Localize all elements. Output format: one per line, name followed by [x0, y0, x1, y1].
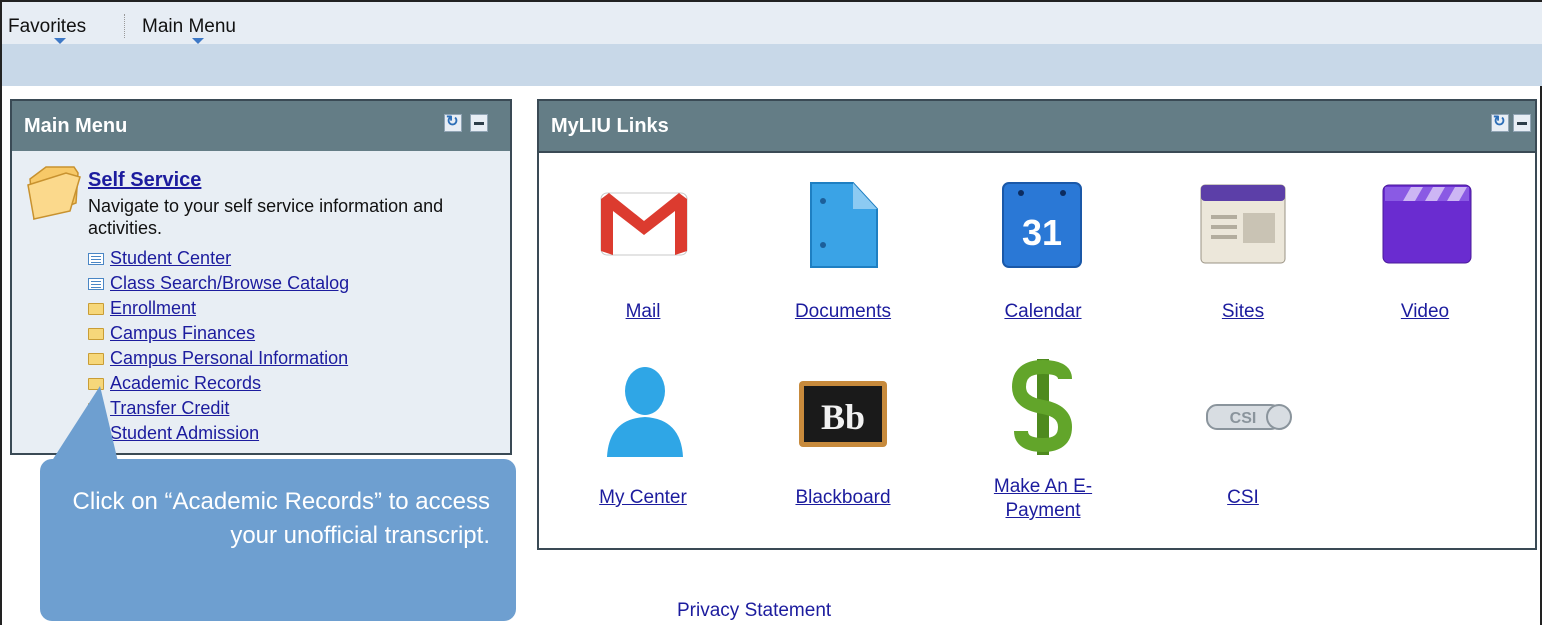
- callout-text: Click on “Academic Records” to access yo…: [72, 488, 490, 549]
- calendar-icon: 31: [1002, 182, 1082, 268]
- pagelet-title: MyLIU Links: [551, 115, 669, 137]
- minimize-icon[interactable]: [1513, 114, 1531, 132]
- blackboard-icon: Bb: [799, 381, 887, 447]
- csi-tile[interactable]: CSI CSI: [1153, 357, 1333, 527]
- main-menu-dropdown[interactable]: Main Menu: [142, 16, 236, 38]
- mail-tile[interactable]: Mail: [553, 179, 733, 329]
- csi-icon: CSI: [1206, 404, 1292, 430]
- tile-label[interactable]: Documents: [753, 301, 933, 323]
- my-center-tile[interactable]: My Center: [553, 357, 733, 527]
- tile-label[interactable]: Mail: [553, 301, 733, 323]
- minimize-icon[interactable]: [470, 114, 488, 132]
- person-icon: [607, 367, 683, 457]
- svg-text:CSI: CSI: [1230, 410, 1257, 427]
- refresh-icon[interactable]: [1491, 112, 1509, 132]
- video-tile[interactable]: Video: [1335, 179, 1515, 329]
- callout-tooltip: Click on “Academic Records” to access yo…: [40, 459, 516, 621]
- tile-label[interactable]: Video: [1335, 301, 1515, 323]
- dollar-icon: [1011, 359, 1073, 455]
- menu-bar: Favorites Main Menu: [2, 2, 1542, 44]
- video-icon: [1382, 184, 1472, 264]
- myliu-links-pagelet: MyLIU Links Mail Documents 31 Calendar: [537, 99, 1537, 550]
- tile-label[interactable]: Sites: [1153, 301, 1333, 323]
- tile-label[interactable]: Make An E- Payment: [953, 475, 1133, 523]
- e-payment-tile[interactable]: Make An E- Payment: [953, 357, 1133, 527]
- tile-label[interactable]: Blackboard: [753, 487, 933, 509]
- refresh-icon[interactable]: [444, 112, 462, 132]
- tile-label[interactable]: CSI: [1153, 487, 1333, 509]
- self-service-description: Navigate to your self service informatio…: [88, 196, 444, 238]
- gmail-icon: [600, 192, 688, 256]
- documents-tile[interactable]: Documents: [753, 179, 933, 329]
- sites-icon: [1200, 184, 1286, 264]
- svg-text:Bb: Bb: [821, 397, 865, 437]
- sites-tile[interactable]: Sites: [1153, 179, 1333, 329]
- calendar-tile[interactable]: 31 Calendar: [953, 179, 1133, 329]
- svg-text:31: 31: [1022, 212, 1062, 253]
- tile-label[interactable]: My Center: [553, 487, 733, 509]
- header-band: [2, 44, 1542, 86]
- blackboard-tile[interactable]: Bb Blackboard: [753, 357, 933, 527]
- privacy-statement-link[interactable]: Privacy Statement: [677, 600, 831, 622]
- pagelet-header: MyLIU Links: [539, 101, 1535, 153]
- callout-pointer: [46, 386, 120, 470]
- documents-icon: [810, 182, 878, 268]
- tile-label[interactable]: Calendar: [953, 301, 1133, 323]
